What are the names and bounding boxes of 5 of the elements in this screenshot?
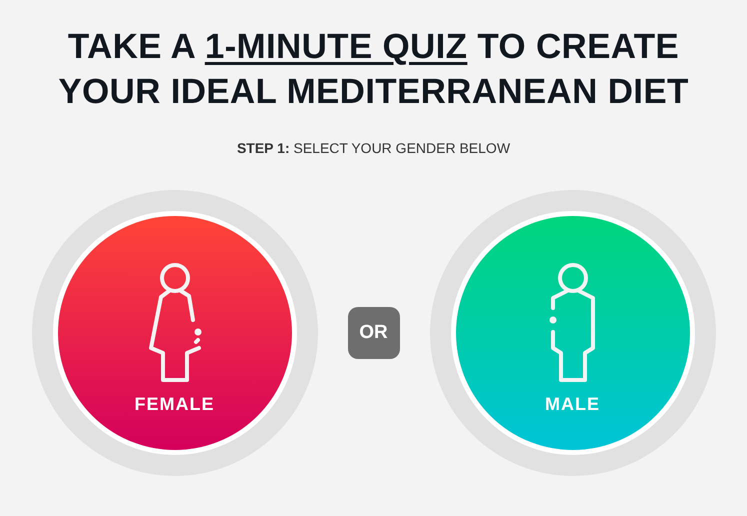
- or-badge: OR: [348, 307, 400, 359]
- step-instruction: STEP 1: SELECT YOUR GENDER BELOW: [236, 140, 510, 156]
- female-option-button[interactable]: FEMALE: [52, 211, 296, 455]
- quiz-link[interactable]: 1-MINUTE QUIZ: [204, 27, 468, 66]
- headline: TAKE A 1-MINUTE QUIZ TO CREATE YOUR IDEAL MEDITERRANEAN DIET: [57, 26, 690, 113]
